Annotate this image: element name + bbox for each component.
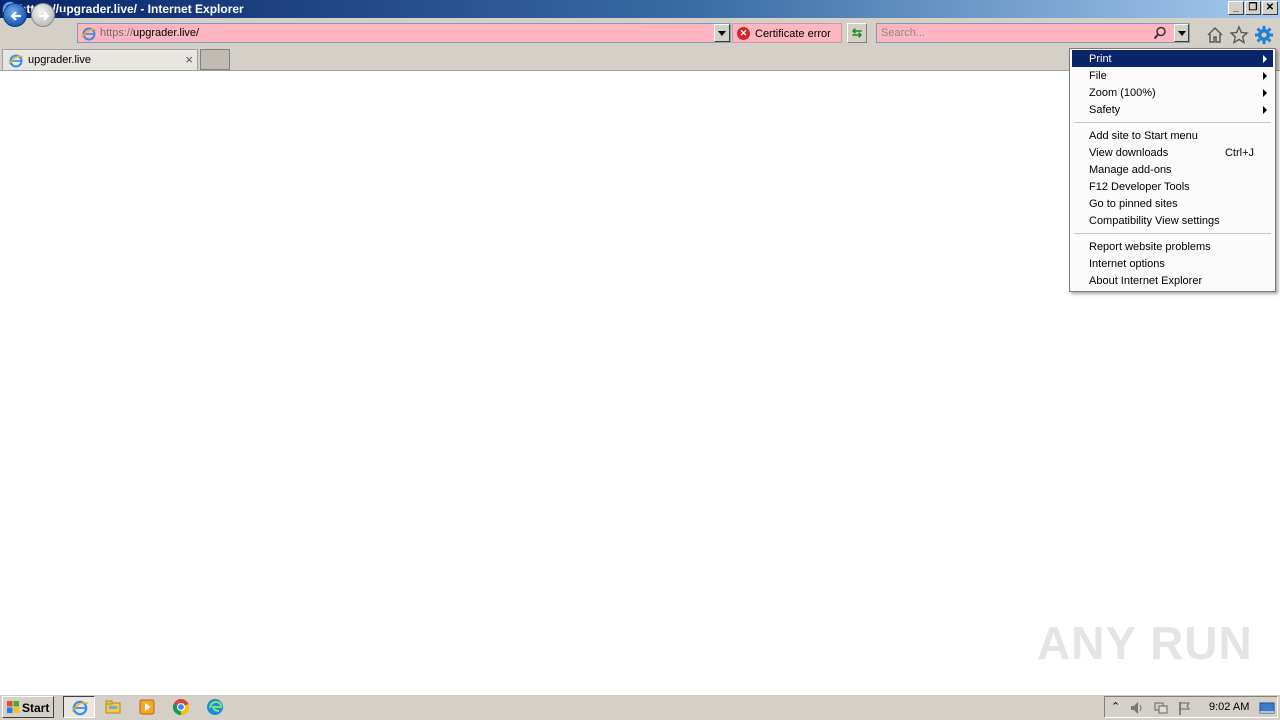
close-tab-icon[interactable]: × <box>185 52 193 67</box>
menu-item-file[interactable]: File <box>1072 67 1273 84</box>
menu-item-label: F12 Developer Tools <box>1089 181 1190 193</box>
menu-item-label: Internet options <box>1089 258 1165 270</box>
windows-flag-icon <box>7 701 19 713</box>
home-icon[interactable] <box>1205 25 1225 45</box>
address-dropdown-button[interactable] <box>714 24 730 42</box>
menu-item-label: Manage add-ons <box>1089 164 1172 176</box>
watermark-text: ANY RUN <box>1037 617 1253 669</box>
menu-item-f12-developer-tools[interactable]: F12 Developer Tools <box>1072 178 1273 195</box>
new-tab-button[interactable] <box>200 49 230 70</box>
search-icon[interactable] <box>1153 26 1167 40</box>
back-arrow-icon <box>10 11 21 21</box>
menu-item-label: Safety <box>1089 104 1121 116</box>
refresh-button[interactable]: ⇆ <box>847 23 867 43</box>
submenu-arrow-icon <box>1263 55 1267 63</box>
address-prefix: https:// <box>100 27 134 39</box>
search-placeholder: Search... <box>881 27 926 39</box>
forward-arrow-icon <box>39 11 50 21</box>
minimize-button[interactable]: _ <box>1228 1 1244 15</box>
menu-item-pinned-sites[interactable]: Go to pinned sites <box>1072 195 1273 212</box>
submenu-arrow-icon <box>1263 89 1267 97</box>
menu-separator <box>1074 233 1271 234</box>
menu-item-label: Print <box>1089 53 1112 65</box>
menu-item-label: Zoom (100%) <box>1089 87 1156 99</box>
media-player-icon <box>139 699 155 715</box>
restore-button[interactable]: ❐ <box>1245 1 1261 15</box>
tab-page-icon <box>8 54 24 68</box>
menu-item-compatibility-view[interactable]: Compatibility View settings <box>1072 212 1273 229</box>
submenu-arrow-icon <box>1263 106 1267 114</box>
tools-menu: Print File Zoom (100%) Safety Add site t… <box>1069 48 1276 292</box>
menu-item-label: Add site to Start menu <box>1089 130 1198 142</box>
menu-item-manage-add-ons[interactable]: Manage add-ons <box>1072 161 1273 178</box>
menu-item-zoom[interactable]: Zoom (100%) <box>1072 84 1273 101</box>
taskbar-edge[interactable] <box>199 696 231 718</box>
menu-item-safety[interactable]: Safety <box>1072 101 1273 118</box>
menu-item-print[interactable]: Print <box>1072 50 1273 67</box>
back-button[interactable] <box>3 3 27 27</box>
menu-item-view-downloads[interactable]: View downloads Ctrl+J <box>1072 144 1273 161</box>
address-url[interactable]: https://upgrader.live/ <box>100 27 199 39</box>
menu-item-label: View downloads <box>1089 147 1169 159</box>
taskbar-internet-explorer[interactable] <box>63 696 95 718</box>
address-bar[interactable]: https://upgrader.live/ <box>77 23 731 43</box>
network-icon[interactable] <box>1153 700 1169 716</box>
favorites-star-icon[interactable] <box>1229 25 1249 45</box>
internet-explorer-icon <box>71 700 89 716</box>
menu-item-add-site-to-start[interactable]: Add site to Start menu <box>1072 127 1273 144</box>
show-hidden-icons-icon[interactable]: ⌃ <box>1111 700 1120 713</box>
certificate-error-button[interactable]: ✕ Certificate error <box>732 23 842 43</box>
system-tray: ⌃ 9:02 AM <box>1104 696 1278 718</box>
tab-label: upgrader.live <box>28 54 91 66</box>
taskbar-chrome[interactable] <box>165 696 197 718</box>
search-dropdown-button[interactable] <box>1174 24 1189 42</box>
forward-button[interactable] <box>31 3 55 27</box>
anyrun-watermark: ANY RUN <box>1037 608 1252 672</box>
recent-pages-dropdown[interactable] <box>60 12 68 17</box>
menu-item-report-problems[interactable]: Report website problems <box>1072 238 1273 255</box>
tab-upgrader-live[interactable]: upgrader.live × <box>2 49 198 70</box>
tools-gear-icon[interactable] <box>1254 25 1274 45</box>
menu-item-about-ie[interactable]: About Internet Explorer <box>1072 272 1273 289</box>
taskbar-file-explorer[interactable] <box>97 696 129 718</box>
menu-item-label: File <box>1089 70 1107 82</box>
window-title-bar[interactable]: https://upgrader.live/ - Internet Explor… <box>0 0 1280 18</box>
submenu-arrow-icon <box>1263 72 1267 80</box>
close-window-button[interactable]: ✕ <box>1262 1 1278 15</box>
show-desktop-icon[interactable] <box>1259 700 1275 716</box>
start-button[interactable]: Start <box>2 696 54 718</box>
clock[interactable]: 9:02 AM <box>1209 701 1249 713</box>
menu-separator <box>1074 122 1271 123</box>
edge-icon <box>207 699 223 715</box>
start-label: Start <box>22 701 50 715</box>
certificate-error-label: Certificate error <box>755 28 831 40</box>
page-icon <box>81 27 97 41</box>
certificate-error-icon: ✕ <box>737 27 750 40</box>
menu-item-label: About Internet Explorer <box>1089 275 1203 287</box>
action-center-flag-icon[interactable] <box>1177 700 1193 716</box>
taskbar-media-player[interactable] <box>131 696 163 718</box>
search-box[interactable]: Search... <box>876 23 1190 43</box>
address-host: upgrader.live/ <box>133 27 200 39</box>
file-explorer-icon <box>105 700 121 714</box>
menu-item-label: Report website problems <box>1089 241 1211 253</box>
menu-item-internet-options[interactable]: Internet options <box>1072 255 1273 272</box>
menu-item-label: Go to pinned sites <box>1089 198 1178 210</box>
chrome-icon <box>172 699 190 716</box>
menu-item-label: Compatibility View settings <box>1089 215 1220 227</box>
refresh-icon: ⇆ <box>851 26 863 40</box>
volume-icon[interactable] <box>1129 700 1145 716</box>
menu-item-shortcut: Ctrl+J <box>1224 147 1254 159</box>
